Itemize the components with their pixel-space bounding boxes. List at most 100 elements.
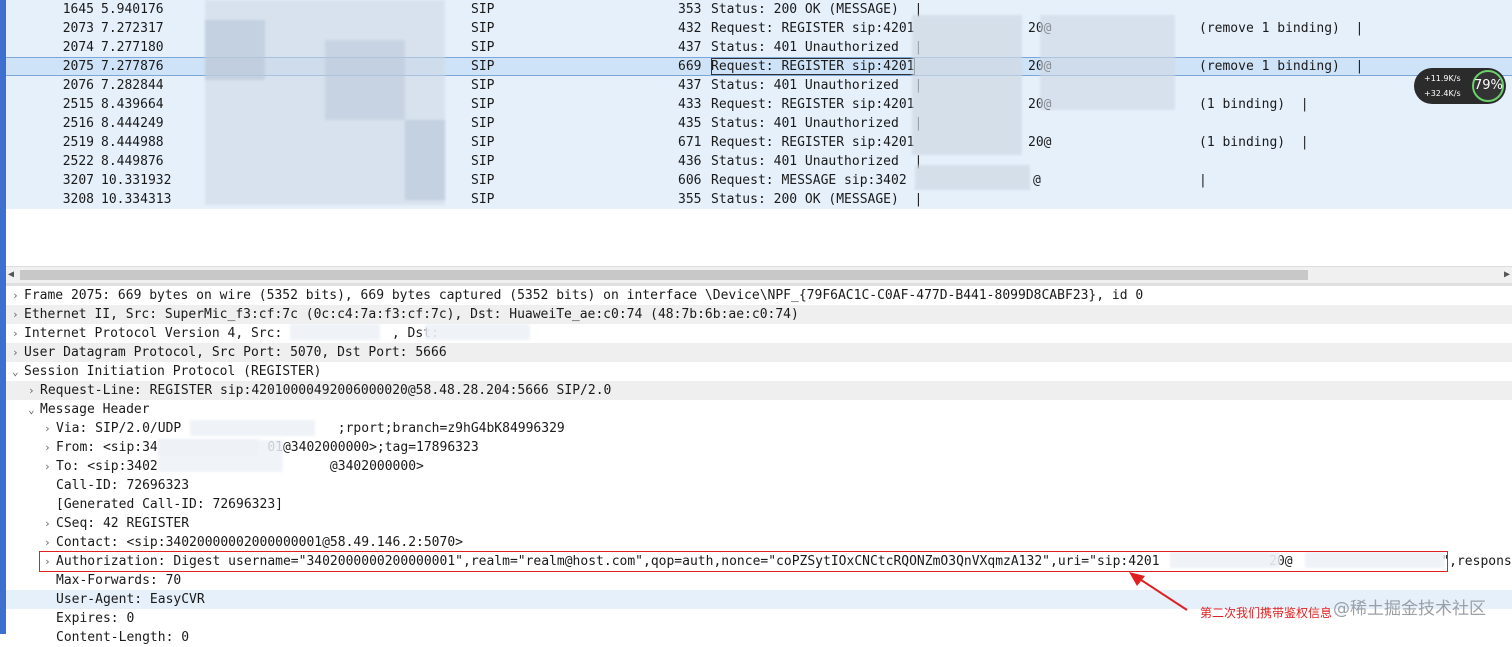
scroll-thumb[interactable] <box>20 270 1308 280</box>
tree-item[interactable]: Content-Length: 0 <box>6 628 1512 647</box>
packet-number: 1645 <box>62 2 94 17</box>
expand-arrow-icon[interactable]: › <box>44 457 51 476</box>
scroll-right-icon[interactable]: ▶ <box>1504 267 1510 283</box>
packet-info: Status: 401 Unauthorized | <box>711 154 923 169</box>
tree-item[interactable]: › Ethernet II, Src: SuperMic_f3:cf:7c (0c… <box>6 305 1512 324</box>
tree-item-text: Ethernet II, Src: SuperMic_f3:cf:7c (0c:… <box>24 307 799 322</box>
tree-item-text: Call-ID: 72696323 <box>56 478 190 493</box>
redaction-block <box>1040 15 1175 110</box>
redaction-block <box>290 324 380 340</box>
packet-protocol: SIP <box>471 21 495 36</box>
tree-item-text: Message Header <box>40 402 150 417</box>
tree-item[interactable]: › Contact: <sip:34020000002000000001@58.4… <box>6 533 1512 552</box>
packet-protocol: SIP <box>471 40 495 55</box>
upload-speed: +11.9K/s <box>1424 74 1461 83</box>
packet-length: 669 <box>678 59 702 74</box>
redaction-block <box>190 420 315 436</box>
packet-info: Request: REGISTER sip:4201 <box>711 58 915 75</box>
packet-info: Status: 401 Unauthorized | <box>711 116 923 131</box>
expand-arrow-icon[interactable]: › <box>44 514 51 533</box>
packet-length: 671 <box>678 135 702 150</box>
packet-length: 353 <box>678 2 702 17</box>
packet-info: Status: 200 OK (MESSAGE) | <box>711 2 923 17</box>
tree-item[interactable]: [Generated Call-ID: 72696323] <box>6 495 1512 514</box>
packet-protocol: SIP <box>471 78 495 93</box>
packet-info-tail: (remove 1 binding) | <box>1199 21 1364 36</box>
packet-time: 7.277180 <box>101 40 164 55</box>
packet-number: 2073 <box>62 21 94 36</box>
packet-time: 10.331932 <box>101 173 172 188</box>
redaction-block <box>912 15 1022 155</box>
packet-protocol: SIP <box>471 135 495 150</box>
watermark: @稀土掘金技术社区 <box>1333 599 1486 619</box>
packet-info-mid: @ <box>1033 173 1041 188</box>
tree-item[interactable]: › User Datagram Protocol, Src Port: 5070,… <box>6 343 1512 362</box>
packet-protocol: SIP <box>471 97 495 112</box>
annotation-text: 第二次我们携带鉴权信息 <box>1200 606 1333 620</box>
packet-length: 436 <box>678 154 702 169</box>
download-speed: +32.4K/s <box>1424 89 1461 98</box>
packet-number: 2075 <box>62 59 94 74</box>
authorization-highlight-box <box>39 551 1448 572</box>
expand-arrow-icon[interactable]: › <box>44 533 51 552</box>
packet-time: 5.940176 <box>101 2 164 17</box>
packet-time: 8.444249 <box>101 116 164 131</box>
packet-protocol: SIP <box>471 2 495 17</box>
usage-gauge: 79% <box>1472 70 1504 102</box>
tree-item[interactable]: Call-ID: 72696323 <box>6 476 1512 495</box>
packet-length: 606 <box>678 173 702 188</box>
packet-time: 7.277876 <box>101 59 164 74</box>
collapse-arrow-icon[interactable]: ⌄ <box>12 362 19 381</box>
network-speed-widget[interactable]: +11.9K/s +32.4K/s 79% <box>1414 68 1506 104</box>
packet-info: Request: REGISTER sip:4201 <box>711 135 915 150</box>
collapse-arrow-icon[interactable]: ⌄ <box>28 400 35 419</box>
redaction-block <box>325 40 405 120</box>
tree-item-text: Max-Forwards: 70 <box>56 573 182 588</box>
tree-item-text: CSeq: 42 REGISTER <box>56 516 190 531</box>
packet-list-hscrollbar[interactable]: ◀ ▶ <box>6 266 1512 283</box>
scroll-left-icon[interactable]: ◀ <box>8 267 14 283</box>
expand-arrow-icon[interactable]: › <box>44 438 51 457</box>
expand-arrow-icon[interactable]: › <box>12 286 19 305</box>
packet-time: 7.272317 <box>101 21 164 36</box>
tree-item[interactable]: Max-Forwards: 70 <box>6 571 1512 590</box>
packet-length: 433 <box>678 97 702 112</box>
packet-info-tail: (remove 1 binding) | <box>1199 59 1364 74</box>
expand-arrow-icon[interactable]: › <box>28 381 35 400</box>
tree-item[interactable]: › Internet Protocol Version 4, Src: , Dst… <box>6 324 1512 343</box>
redaction-block <box>405 120 445 200</box>
packet-protocol: SIP <box>471 59 495 74</box>
tree-item-text: User-Agent: EasyCVR <box>56 592 205 607</box>
packet-info: Status: 200 OK (MESSAGE) | <box>711 192 923 207</box>
packet-length: 355 <box>678 192 702 207</box>
tree-item-text: Content-Length: 0 <box>56 630 190 645</box>
packet-number: 2522 <box>62 154 94 169</box>
expand-arrow-icon[interactable]: › <box>12 343 19 362</box>
packet-number: 2076 <box>62 78 94 93</box>
packet-number: 2516 <box>62 116 94 131</box>
expand-arrow-icon[interactable]: › <box>12 305 19 324</box>
redaction-block <box>205 20 265 80</box>
expand-arrow-icon[interactable]: › <box>12 324 19 343</box>
packet-info: Request: REGISTER sip:4201 <box>711 97 915 112</box>
packet-info-tail: | <box>1199 173 1207 188</box>
redaction-block <box>158 440 283 472</box>
packet-time: 10.334313 <box>101 192 172 207</box>
packet-info: Status: 401 Unauthorized | <box>711 40 923 55</box>
tree-item[interactable]: › CSeq: 42 REGISTER <box>6 514 1512 533</box>
annotation-arrow <box>1129 572 1188 611</box>
tree-item[interactable]: › Frame 2075: 669 bytes on wire (5352 bit… <box>6 286 1512 305</box>
packet-time: 7.282844 <box>101 78 164 93</box>
expand-arrow-icon[interactable]: › <box>44 419 51 438</box>
packet-number: 2074 <box>62 40 94 55</box>
packet-length: 435 <box>678 116 702 131</box>
tree-item[interactable]: ⌄ Message Header <box>6 400 1512 419</box>
packet-protocol: SIP <box>471 154 495 169</box>
packet-number: 3208 <box>62 192 94 207</box>
tree-item-text: User Datagram Protocol, Src Port: 5070, … <box>24 345 447 360</box>
packet-time: 8.444988 <box>101 135 164 150</box>
tree-item[interactable]: › Request-Line: REGISTER sip:420100004920… <box>6 381 1512 400</box>
tree-item[interactable]: ⌄ Session Initiation Protocol (REGISTER) <box>6 362 1512 381</box>
packet-protocol: SIP <box>471 173 495 188</box>
packet-length: 437 <box>678 40 702 55</box>
